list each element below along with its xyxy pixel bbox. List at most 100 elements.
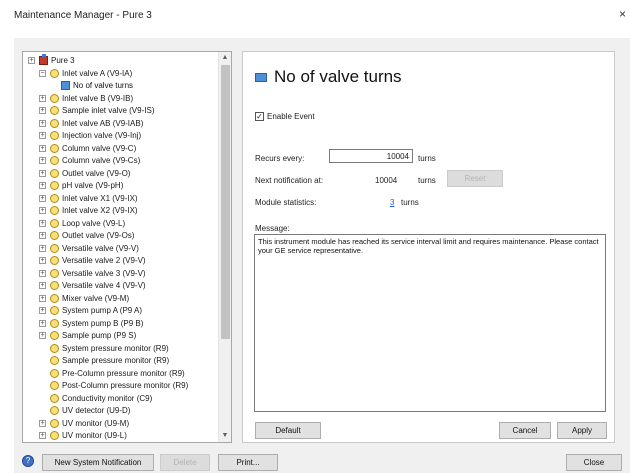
scroll-thumb[interactable] — [221, 65, 230, 339]
expand-icon[interactable]: + — [39, 207, 46, 214]
expand-icon[interactable]: + — [28, 57, 35, 64]
tree-item-label: Inlet valve A (V9-IA) — [62, 68, 133, 78]
expand-icon[interactable]: + — [39, 107, 46, 114]
tree-item-label: Inlet valve AB (V9-IAB) — [62, 118, 144, 128]
expand-icon[interactable]: + — [39, 132, 46, 139]
tree-item[interactable]: + pH valve (V9-pH) — [23, 180, 218, 191]
tree-item[interactable]: Post-Column pressure monitor (R9) — [23, 380, 218, 391]
expand-icon[interactable]: + — [39, 169, 46, 177]
tree-item-label: UV monitor 2nd (U9-L) — [62, 443, 142, 444]
tree-item[interactable]: + Mixer valve (V9-M) — [23, 293, 218, 304]
expand-icon[interactable]: + — [39, 319, 46, 327]
apply-button[interactable]: Apply — [557, 422, 607, 439]
tree-item[interactable]: + Pure 3 — [23, 54, 218, 66]
tree-item[interactable]: + Versatile valve (V9-V) — [23, 243, 218, 254]
tree-item-label: UV monitor (U9-M) — [62, 418, 130, 428]
pure-system-icon — [39, 54, 48, 65]
tree-item[interactable]: + Outlet valve (V9-O) — [23, 168, 218, 179]
tree-item[interactable]: + UV monitor (U9-M) — [23, 418, 218, 429]
expand-icon[interactable]: + — [39, 119, 46, 127]
valve-icon — [50, 131, 59, 140]
tree-item[interactable]: + System pump B (P9 B) — [23, 318, 218, 329]
expand-icon[interactable]: + — [39, 232, 46, 239]
delete-button[interactable]: Delete — [160, 454, 210, 471]
expand-icon[interactable]: + — [39, 182, 46, 189]
valve-icon — [50, 93, 59, 103]
expand-icon[interactable]: + — [39, 432, 46, 439]
expand-icon[interactable]: + — [39, 307, 46, 314]
valve-icon — [50, 343, 59, 353]
tree-item[interactable]: UV detector (U9-D) — [23, 405, 218, 416]
collapse-icon[interactable]: − — [39, 69, 46, 77]
expand-icon[interactable]: + — [39, 294, 46, 302]
close-icon[interactable]: × — [619, 7, 626, 21]
tree-item[interactable]: + Versatile valve 2 (V9-V) — [23, 255, 218, 266]
expand-icon[interactable]: + — [39, 157, 46, 164]
valve-icon — [50, 281, 59, 290]
event-details-panel: No of valve turns ✓ Enable Event Recurs … — [242, 51, 615, 443]
tree-item[interactable]: Conductivity monitor (C9) — [23, 393, 218, 404]
tree-scrollbar[interactable]: ▲ ▼ — [218, 52, 231, 442]
tree-item-label: Sample inlet valve (V9-IS) — [62, 106, 155, 115]
valve-icon — [50, 256, 59, 265]
tree-item[interactable]: Pre-Column pressure monitor (R9) — [23, 368, 218, 379]
tree-item[interactable]: + Inlet valve X2 (V9-IX) — [23, 205, 218, 216]
expand-icon[interactable]: + — [39, 269, 46, 277]
help-icon[interactable]: ? — [22, 455, 34, 467]
expand-icon[interactable]: + — [39, 257, 46, 264]
next-notification-label: Next notification at: — [255, 176, 324, 185]
valve-icon — [50, 118, 59, 128]
scroll-up-icon[interactable]: ▲ — [219, 52, 231, 64]
new-system-notification-button[interactable]: New System Notification — [42, 454, 154, 471]
tree-item[interactable]: + Inlet valve AB (V9-IAB) — [23, 118, 218, 129]
tree-item[interactable]: System pressure monitor (R9) — [23, 343, 218, 354]
tree-item[interactable]: + Outlet valve (V9-Os) — [23, 230, 218, 241]
valve-icon — [50, 406, 59, 415]
tree-item[interactable]: Sample pressure monitor (R9) — [23, 355, 218, 366]
expand-icon[interactable]: + — [39, 282, 46, 289]
expand-icon[interactable]: + — [39, 419, 46, 427]
tree-item[interactable]: + Column valve (V9-C) — [23, 143, 218, 154]
valve-icon — [50, 218, 59, 228]
tree-item[interactable]: +UV monitor 2nd (U9-L) — [23, 443, 218, 444]
cancel-button[interactable]: Cancel — [499, 422, 551, 439]
scroll-down-icon[interactable]: ▼ — [219, 430, 231, 442]
tree-item-label: Sample pressure monitor (R9) — [62, 356, 170, 365]
valve-icon — [50, 243, 59, 253]
tree-item[interactable]: + Inlet valve X1 (V9-IX) — [23, 193, 218, 204]
tree-item-label: Outlet valve (V9-Os) — [62, 231, 135, 240]
default-button[interactable]: Default — [255, 422, 321, 439]
tree-item[interactable]: + Injection valve (V9-Inj) — [23, 130, 218, 141]
next-notification-unit: turns — [418, 176, 436, 185]
print-button[interactable]: Print... — [218, 454, 278, 471]
notification-tree[interactable]: + Pure 3 − Inlet valve A (V9-IA) No of valve… — [22, 51, 232, 443]
expand-icon[interactable]: + — [39, 94, 46, 102]
tree-item[interactable]: + Loop valve (V9-L) — [23, 218, 218, 229]
valve-icon — [50, 231, 59, 240]
tree-item[interactable]: + Versatile valve 4 (V9-V) — [23, 280, 218, 291]
enable-event-checkbox[interactable]: ✓ — [255, 112, 264, 121]
tree-item[interactable]: − Inlet valve A (V9-IA) — [23, 68, 218, 79]
tree-item-label: Column valve (V9-Cs) — [62, 156, 141, 165]
valve-icon — [50, 306, 59, 315]
message-textarea[interactable]: This instrument module has reached its s… — [254, 234, 606, 412]
module-statistics-value[interactable]: 3 — [390, 198, 394, 207]
expand-icon[interactable]: + — [39, 144, 46, 152]
expand-icon[interactable]: + — [39, 194, 46, 202]
tree-item-label: Versatile valve (V9-V) — [62, 243, 139, 253]
tree-item[interactable]: + Column valve (V9-Cs) — [23, 155, 218, 166]
expand-icon[interactable]: + — [39, 219, 46, 227]
tree-item[interactable]: + Sample pump (P9 S) — [23, 330, 218, 341]
expand-icon[interactable]: + — [39, 244, 46, 252]
tree-item[interactable]: No of valve turns — [23, 80, 218, 91]
valve-icon — [50, 318, 59, 328]
close-button[interactable]: Close — [566, 454, 622, 471]
tree-item[interactable]: + System pump A (P9 A) — [23, 305, 218, 316]
recurs-every-input[interactable]: 10004 — [329, 149, 413, 163]
tree-item[interactable]: + UV monitor (U9-L) — [23, 430, 218, 441]
tree-item[interactable]: + Versatile valve 3 (V9-V) — [23, 268, 218, 279]
tree-item[interactable]: + Inlet valve B (V9-IB) — [23, 93, 218, 104]
tree-item[interactable]: + Sample inlet valve (V9-IS) — [23, 105, 218, 116]
expand-icon[interactable]: + — [39, 332, 46, 339]
reset-button[interactable]: Reset — [447, 170, 503, 187]
